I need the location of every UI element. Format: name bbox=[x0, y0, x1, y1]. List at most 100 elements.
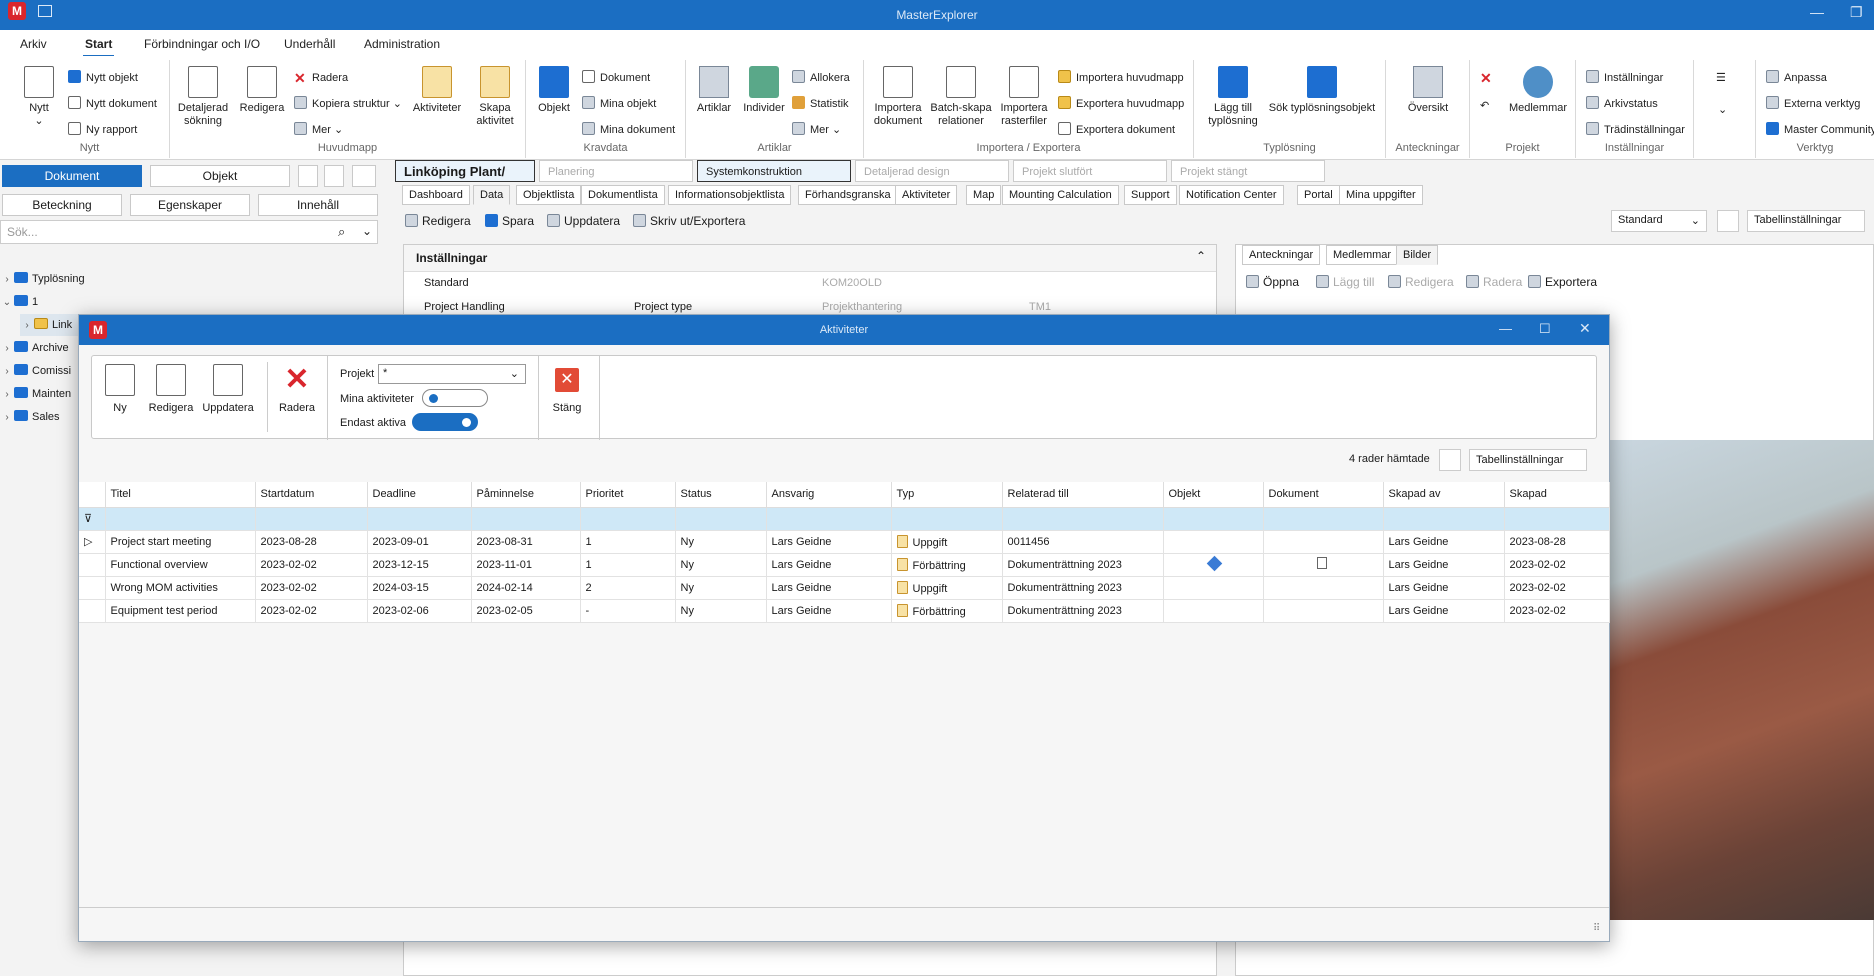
tab-data[interactable]: Data bbox=[473, 185, 511, 205]
search-dropdown-icon[interactable]: ⌄ bbox=[362, 224, 372, 238]
beteckning-button[interactable]: Beteckning bbox=[2, 194, 122, 216]
statistik-button[interactable]: Statistik bbox=[792, 96, 849, 112]
lagg-till-typlosning-button[interactable]: Lägg till typlösning bbox=[1206, 66, 1260, 128]
col-header[interactable]: Prioritet bbox=[580, 482, 676, 508]
crumb-projekt-slutfort[interactable]: Projekt slutfört bbox=[1013, 160, 1167, 182]
tab-mounting-calculation[interactable]: Mounting Calculation bbox=[1002, 185, 1119, 205]
redigera-tool[interactable]: Redigera bbox=[405, 214, 471, 228]
filter-cell[interactable] bbox=[471, 507, 581, 531]
artiklar-button[interactable]: Artiklar bbox=[694, 66, 734, 115]
row-indicator[interactable] bbox=[79, 576, 106, 600]
tab-medlemmar[interactable]: Medlemmar bbox=[1326, 245, 1399, 265]
mina-aktiviteter-toggle[interactable] bbox=[422, 389, 488, 407]
col-header[interactable]: Deadline bbox=[367, 482, 472, 508]
col-header[interactable]: Relaterad till bbox=[1002, 482, 1164, 508]
search-input[interactable]: Sök... bbox=[0, 220, 378, 244]
minimize-icon[interactable]: — bbox=[1810, 4, 1824, 20]
radera-image-tool[interactable]: Radera bbox=[1466, 275, 1522, 289]
table-row[interactable]: Functional overview 2023-02-02 2023-12-15 2… bbox=[79, 553, 1610, 577]
tab-portal[interactable]: Portal bbox=[1297, 185, 1340, 205]
ny-rapport-button[interactable]: Ny rapport bbox=[68, 122, 137, 138]
projekt-tool-2[interactable]: ↶ bbox=[1480, 96, 1498, 112]
menu-arkiv[interactable]: Arkiv bbox=[20, 37, 47, 51]
skriv-ut-tool[interactable]: Skriv ut/Exportera bbox=[633, 214, 745, 228]
kopiera-struktur-button[interactable]: Kopiera struktur ⌄ bbox=[294, 96, 402, 112]
tab-informationsobjektlista[interactable]: Informationsobjektlista bbox=[668, 185, 792, 205]
nytt-objekt-button[interactable]: Nytt objekt bbox=[68, 70, 138, 86]
dialog-uppdatera-button[interactable]: Uppdatera bbox=[198, 364, 258, 414]
crumb-systemkonstruktion[interactable]: Systemkonstruktion bbox=[697, 160, 851, 182]
columns-icon[interactable] bbox=[1717, 210, 1739, 232]
anpassa-button[interactable]: Anpassa bbox=[1766, 70, 1827, 86]
detaljerad-sokning-button[interactable]: Detaljerad sökning bbox=[176, 66, 230, 128]
dialog-redigera-button[interactable]: Redigera bbox=[146, 364, 196, 414]
col-header[interactable]: Objekt bbox=[1163, 482, 1264, 508]
objekt-toggle[interactable]: Objekt bbox=[150, 165, 290, 187]
view-select[interactable]: Standard ⌄ bbox=[1611, 210, 1707, 232]
crumb-detaljerad-design[interactable]: Detaljerad design bbox=[855, 160, 1009, 182]
ny-button[interactable]: Ny bbox=[100, 364, 140, 414]
col-header[interactable]: Skapad bbox=[1504, 482, 1610, 508]
allokera-button[interactable]: Allokera bbox=[792, 70, 850, 86]
mina-dokument-button[interactable]: Mina dokument bbox=[582, 122, 675, 138]
projekt-tool-1[interactable]: ✕ bbox=[1480, 70, 1498, 86]
importera-huvudmapp-button[interactable]: Importera huvudmapp bbox=[1058, 70, 1184, 86]
filter-row[interactable]: ⊽ bbox=[79, 507, 1610, 531]
table-settings-button[interactable]: Tabellinställningar bbox=[1747, 210, 1865, 232]
innehall-button[interactable]: Innehåll bbox=[258, 194, 378, 216]
project-crumb[interactable]: Linköping Plant/ bbox=[395, 160, 535, 182]
col-header[interactable]: Påminnelse bbox=[471, 482, 581, 508]
columns-icon[interactable] bbox=[1439, 449, 1461, 471]
filter-cell[interactable] bbox=[1383, 507, 1505, 531]
filter-cell[interactable] bbox=[1504, 507, 1610, 531]
col-header[interactable]: Startdatum bbox=[255, 482, 368, 508]
col-header[interactable]: Dokument bbox=[1263, 482, 1384, 508]
tab-dashboard[interactable]: Dashboard bbox=[402, 185, 470, 205]
importera-dokument-button[interactable]: Importera dokument bbox=[870, 66, 926, 128]
uppdatera-tool[interactable]: Uppdatera bbox=[547, 214, 620, 228]
filter-cell[interactable] bbox=[1263, 507, 1384, 531]
filter-cell[interactable] bbox=[1163, 507, 1264, 531]
filter-cell[interactable] bbox=[580, 507, 676, 531]
radera-button[interactable]: ✕ Radera bbox=[294, 70, 348, 86]
exportera-dokument-button[interactable]: Exportera dokument bbox=[1058, 122, 1175, 138]
dokument-toggle[interactable]: Dokument bbox=[2, 165, 142, 187]
projekt-select[interactable]: * ⌄ bbox=[378, 364, 526, 384]
dokument-button[interactable]: Dokument bbox=[582, 70, 650, 86]
table-row[interactable]: Wrong MOM activities 2023-02-02 2024-03-15… bbox=[79, 576, 1610, 600]
col-header[interactable]: Ansvarig bbox=[766, 482, 892, 508]
col-header[interactable]: Titel bbox=[105, 482, 256, 508]
row-indicator[interactable] bbox=[79, 553, 106, 577]
panel-icon-1[interactable] bbox=[298, 165, 318, 187]
panel-icon-2[interactable] bbox=[324, 165, 344, 187]
stang-button[interactable]: ✕ Stäng bbox=[546, 364, 588, 414]
table-row[interactable]: Equipment test period 2023-02-02 2023-02-0… bbox=[79, 599, 1610, 623]
minimize-icon[interactable]: — bbox=[1499, 321, 1512, 336]
restore-icon[interactable]: ❐ bbox=[1850, 4, 1863, 21]
menu-start[interactable]: Start bbox=[82, 37, 115, 58]
exportera-huvudmapp-button[interactable]: Exportera huvudmapp bbox=[1058, 96, 1184, 112]
document-icon[interactable] bbox=[1316, 557, 1327, 569]
skapa-aktivitet-button[interactable]: Skapa aktivitet bbox=[470, 66, 520, 128]
nytt-button[interactable]: Nytt ⌄ bbox=[24, 66, 54, 128]
tree-item-1[interactable]: ⌄ 1 bbox=[0, 291, 365, 313]
col-header[interactable]: Status bbox=[675, 482, 767, 508]
tab-mina-uppgifter[interactable]: Mina uppgifter bbox=[1339, 185, 1423, 205]
menu-underhall[interactable]: Underhåll bbox=[284, 37, 335, 51]
mer-button[interactable]: Mer ⌄ bbox=[294, 122, 343, 138]
tree-item-typlosning[interactable]: › Typlösning bbox=[0, 268, 365, 290]
redigera-image-tool[interactable]: Redigera bbox=[1388, 275, 1454, 289]
col-header[interactable]: Typ bbox=[891, 482, 1003, 508]
tab-map[interactable]: Map bbox=[966, 185, 1002, 205]
filter-cell[interactable] bbox=[766, 507, 892, 531]
close-icon[interactable]: ✕ bbox=[1579, 320, 1591, 337]
tab-dokumentlista[interactable]: Dokumentlista bbox=[581, 185, 665, 205]
row-indicator[interactable]: ▷ bbox=[79, 530, 106, 554]
nytt-dokument-button[interactable]: Nytt dokument bbox=[68, 96, 157, 112]
binoculars-icon[interactable]: ⌕ bbox=[338, 224, 345, 240]
master-community-button[interactable]: Master Community bbox=[1766, 122, 1874, 138]
importera-rasterfiler-button[interactable]: Importera rasterfiler bbox=[996, 66, 1052, 128]
endast-aktiva-toggle[interactable] bbox=[412, 413, 478, 431]
arkivstatus-button[interactable]: Arkivstatus bbox=[1586, 96, 1658, 112]
exportera-image-tool[interactable]: Exportera bbox=[1528, 275, 1597, 289]
